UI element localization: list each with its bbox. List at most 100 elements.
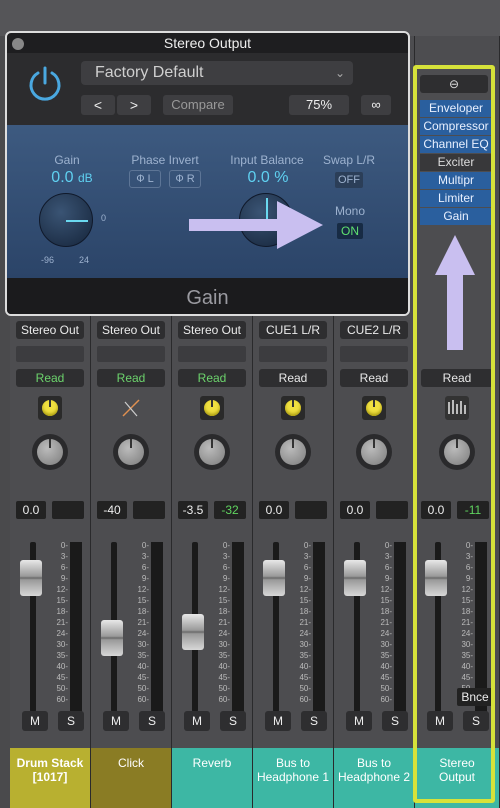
scale-tick-label: 21- xyxy=(137,618,149,627)
automation-icon[interactable] xyxy=(200,396,224,420)
automation-icon[interactable] xyxy=(362,396,386,420)
scale-tick-label: 24- xyxy=(299,629,311,638)
track-name[interactable]: Bus to Headphone 2 xyxy=(334,748,414,808)
zoom-menu[interactable]: 75% xyxy=(289,95,349,115)
scale-tick-label: 6- xyxy=(303,563,311,572)
automation-read-button[interactable]: Read xyxy=(178,369,246,387)
automation-icon[interactable] xyxy=(281,396,305,420)
scale-tick-label: 60- xyxy=(299,695,311,704)
scale-tick-label: 60- xyxy=(137,695,149,704)
scale-tick-label: 30- xyxy=(218,640,230,649)
track-name[interactable]: Drum Stack [1017] xyxy=(10,748,90,808)
volume-fader[interactable]: 0- 3- 6- 9- 12- 15- 18- 21- 24- 30- 35- 40- 45- 50- 60… xyxy=(334,536,414,716)
output-button[interactable]: Stereo Out xyxy=(97,321,165,339)
mute-button[interactable]: M xyxy=(346,711,372,731)
solo-button[interactable]: S xyxy=(382,711,408,731)
fader-cap[interactable] xyxy=(20,560,42,596)
pan-knob[interactable] xyxy=(113,434,149,470)
fader-scale: 0- 3- 6- 9- 12- 15- 18- 21- 24- 30- 35- 40- 45- 50- 60… xyxy=(48,542,68,714)
pan-knob[interactable] xyxy=(275,434,311,470)
next-preset-button[interactable]: > xyxy=(117,95,151,115)
scale-tick-label: 0- xyxy=(384,541,392,550)
slot-bar[interactable] xyxy=(259,346,327,362)
solo-button[interactable]: S xyxy=(58,711,84,731)
plugin-name-footer: Gain xyxy=(7,278,408,314)
volume-fader[interactable]: 0- 3- 6- 9- 12- 15- 18- 21- 24- 30- 35- 40- 45- 50- 60… xyxy=(253,536,333,716)
link-icon[interactable]: ∞ xyxy=(361,95,391,115)
mute-button[interactable]: M xyxy=(22,711,48,731)
mono-on-button[interactable]: ON xyxy=(337,223,363,239)
fader-scale: 0- 3- 6- 9- 12- 15- 18- 21- 24- 30- 35- 40- 45- 50- 60… xyxy=(291,542,311,714)
automation-read-button[interactable]: Read xyxy=(259,369,327,387)
scale-tick-label: 0- xyxy=(222,541,230,550)
scale-tick-label: 9- xyxy=(222,574,230,583)
scale-tick-label: 40- xyxy=(299,662,311,671)
scale-tick-label: 21- xyxy=(56,618,68,627)
peak-value: -32 xyxy=(214,501,246,519)
automation-icon[interactable] xyxy=(38,396,62,420)
fader-cap[interactable] xyxy=(263,560,285,596)
solo-button[interactable]: S xyxy=(220,711,246,731)
slot-bar[interactable] xyxy=(340,346,408,362)
track-name[interactable]: Click xyxy=(91,748,171,808)
volume-fader[interactable]: 0- 3- 6- 9- 12- 15- 18- 21- 24- 30- 35- 40- 45- 50- 60… xyxy=(10,536,90,716)
fader-cap[interactable] xyxy=(182,614,204,650)
scale-tick-label: 18- xyxy=(137,607,149,616)
track-name[interactable]: Bus to Headphone 1 xyxy=(253,748,333,808)
compare-button[interactable]: Compare xyxy=(163,95,233,115)
pan-knob[interactable] xyxy=(32,434,68,470)
output-button[interactable]: Stereo Out xyxy=(178,321,246,339)
mute-button[interactable]: M xyxy=(184,711,210,731)
previous-preset-button[interactable]: < xyxy=(81,95,115,115)
scale-tick-label: 12- xyxy=(299,585,311,594)
automation-read-button[interactable]: Read xyxy=(16,369,84,387)
phase-left-button[interactable]: Ф L xyxy=(129,170,161,188)
slot-bar[interactable] xyxy=(97,346,165,362)
pan-knob[interactable] xyxy=(194,434,230,470)
peak-value xyxy=(133,501,165,519)
preset-menu[interactable]: Factory Default ⌄ xyxy=(81,61,353,85)
level-meter xyxy=(394,542,406,714)
scale-tick-label: 24- xyxy=(56,629,68,638)
gain-knob[interactable] xyxy=(39,193,93,247)
swap-off-button[interactable]: OFF xyxy=(335,172,363,188)
scale-tick-label: 9- xyxy=(60,574,68,583)
mute-button[interactable]: M xyxy=(103,711,129,731)
output-button[interactable]: CUE2 L/R xyxy=(340,321,408,339)
volume-fader[interactable]: 0- 3- 6- 9- 12- 15- 18- 21- 24- 30- 35- 40- 45- 50- 60… xyxy=(172,536,252,716)
scale-tick-label: 6- xyxy=(60,563,68,572)
solo-button[interactable]: S xyxy=(301,711,327,731)
input-balance-label: Input Balance xyxy=(230,153,304,167)
gain-min-label: -96 xyxy=(41,255,55,265)
track-name[interactable]: Reverb xyxy=(172,748,252,808)
metronome-icon[interactable] xyxy=(119,396,143,420)
slot-bar[interactable] xyxy=(16,346,84,362)
scale-tick-label: 24- xyxy=(380,629,392,638)
slot-bar[interactable] xyxy=(178,346,246,362)
gain-zero-label: 0 xyxy=(101,213,107,223)
power-icon[interactable] xyxy=(25,63,65,103)
peak-value xyxy=(376,501,408,519)
volume-value: 0.0 xyxy=(16,501,46,519)
level-meter xyxy=(232,542,244,714)
volume-fader[interactable]: 0- 3- 6- 9- 12- 15- 18- 21- 24- 30- 35- 40- 45- 50- 60… xyxy=(91,536,171,716)
scale-tick-label: 50- xyxy=(56,684,68,693)
plugin-body: Gain 0.0 dB 0 -96 24 Phase Invert Ф L Ф … xyxy=(7,125,408,278)
pan-knob[interactable] xyxy=(356,434,392,470)
scale-tick-label: 45- xyxy=(56,673,68,682)
automation-read-button[interactable]: Read xyxy=(340,369,408,387)
preset-label: Factory Default xyxy=(95,64,204,81)
scale-tick-label: 30- xyxy=(380,640,392,649)
mute-button[interactable]: M xyxy=(265,711,291,731)
scale-tick-label: 35- xyxy=(380,651,392,660)
output-button[interactable]: CUE1 L/R xyxy=(259,321,327,339)
solo-button[interactable]: S xyxy=(139,711,165,731)
output-button[interactable]: Stereo Out xyxy=(16,321,84,339)
plugin-title: Stereo Output xyxy=(163,35,252,51)
fader-cap[interactable] xyxy=(344,560,366,596)
phase-right-button[interactable]: Ф R xyxy=(169,170,201,188)
scale-tick-label: 6- xyxy=(141,563,149,572)
automation-read-button[interactable]: Read xyxy=(97,369,165,387)
phase-invert-label: Phase Invert xyxy=(131,153,199,167)
fader-cap[interactable] xyxy=(101,620,123,656)
